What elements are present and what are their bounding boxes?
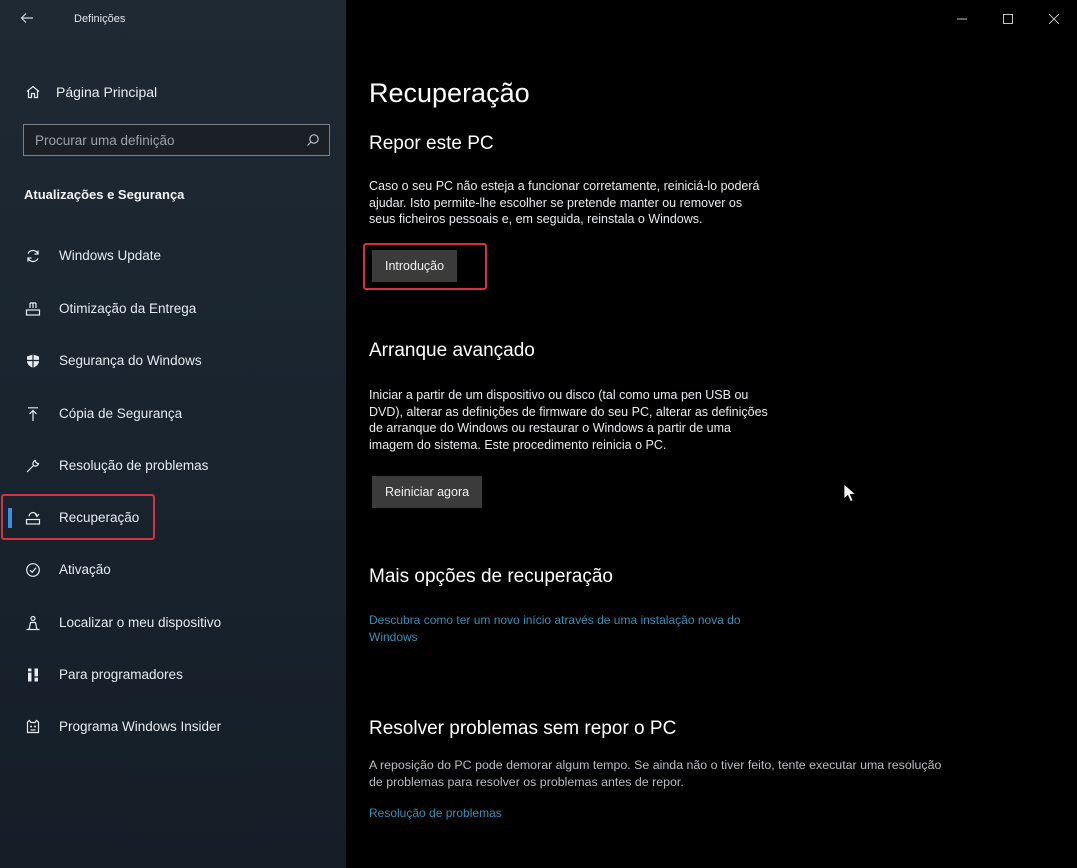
sidebar-item-developers[interactable]: Para programadores [0, 657, 346, 693]
delivery-optimization-icon [24, 300, 42, 318]
developer-tools-icon [24, 666, 42, 684]
reset-heading: Repor este PC [369, 133, 494, 154]
text-line: ajudar. Isto permite-lhe escolher se pre… [369, 195, 743, 210]
back-arrow-icon[interactable] [20, 11, 34, 25]
sidebar-item-label: Segurança do Windows [59, 353, 202, 368]
window-controls [939, 0, 1077, 38]
advanced-startup-heading: Arranque avançado [369, 340, 535, 361]
person-locate-icon [24, 614, 42, 632]
sidebar-item-label: Resolução de problemas [59, 458, 209, 473]
text-line: Caso o seu PC não esteja a funcionar cor… [369, 179, 760, 193]
sync-icon [24, 247, 42, 265]
home-link[interactable]: Página Principal [24, 82, 157, 102]
page-title: Recuperação [369, 78, 530, 108]
sidebar-item-label: Windows Update [59, 248, 162, 263]
reset-description: Caso o seu PC não esteja a funcionar cor… [369, 178, 760, 228]
insider-cat-icon [24, 718, 42, 736]
troubleshoot-description: A reposição do PC pode demorar algum tem… [369, 757, 941, 790]
sidebar-item-label: Otimização da Entrega [59, 301, 197, 316]
home-label: Página Principal [56, 84, 158, 100]
link-line: Descubra como ter um novo início através… [369, 613, 741, 627]
wrench-icon [24, 457, 42, 475]
sidebar-item-windows-insider[interactable]: Programa Windows Insider [0, 709, 346, 745]
troubleshoot-link[interactable]: Resolução de problemas [369, 805, 502, 822]
text-line: de problemas para resolver os problemas … [369, 774, 684, 789]
sidebar-item-windows-security[interactable]: Segurança do Windows [0, 343, 346, 379]
mouse-pointer-icon [843, 483, 857, 503]
sidebar-item-backup[interactable]: Cópia de Segurança [0, 396, 346, 432]
link-line: Windows [369, 629, 418, 644]
text-line: Iniciar a partir de um dispositivo ou di… [369, 388, 749, 402]
sidebar-item-delivery-optimization[interactable]: Otimização da Entrega [0, 291, 346, 327]
search-box[interactable] [23, 124, 330, 156]
sidebar-item-windows-update[interactable]: Windows Update [0, 238, 346, 274]
maximize-button[interactable] [985, 0, 1031, 38]
text-line: DVD), alterar as definições de firmware … [369, 404, 768, 419]
sidebar: Definições Página Principal Atualizações… [0, 0, 346, 868]
sidebar-item-activation[interactable]: Ativação [0, 552, 346, 588]
search-input[interactable] [24, 125, 329, 155]
shield-icon [24, 352, 42, 370]
sidebar-item-troubleshoot[interactable]: Resolução de problemas [0, 448, 346, 484]
search-icon[interactable] [306, 133, 320, 147]
text-line: imagem do sistema. Este procedimento rei… [369, 437, 667, 452]
sidebar-item-label: Ativação [59, 562, 111, 577]
sidebar-item-find-device[interactable]: Localizar o meu dispositivo [0, 605, 346, 641]
advanced-startup-description: Iniciar a partir de um dispositivo ou di… [369, 387, 768, 453]
more-options-heading: Mais opções de recuperação [369, 566, 613, 587]
window-title: Definições [74, 13, 126, 25]
minimize-button[interactable] [939, 0, 985, 38]
troubleshoot-heading: Resolver problemas sem repor o PC [369, 718, 677, 739]
check-circle-icon [24, 561, 42, 579]
restart-now-button[interactable]: Reiniciar agora [372, 476, 483, 508]
main-content: Recuperação Repor este PC Caso o seu PC … [346, 0, 1077, 868]
section-title: Atualizações e Segurança [24, 187, 185, 202]
backup-arrow-icon [24, 405, 42, 423]
sidebar-item-label: Programa Windows Insider [59, 719, 222, 734]
fresh-start-link[interactable]: Descubra como ter um novo início através… [369, 612, 741, 645]
sidebar-item-label: Localizar o meu dispositivo [59, 615, 222, 630]
text-line: A reposição do PC pode demorar algum tem… [369, 758, 942, 772]
highlight-box [1, 494, 155, 540]
home-icon [24, 84, 42, 100]
text-line: seus ficheiros pessoais e, em seguida, r… [369, 212, 703, 227]
text-line: de arranque do Windows ou restaurar o Wi… [369, 421, 731, 436]
close-button[interactable] [1031, 0, 1077, 38]
sidebar-item-label: Para programadores [59, 667, 183, 682]
sidebar-item-label: Cópia de Segurança [59, 406, 183, 421]
highlight-box [363, 243, 487, 290]
